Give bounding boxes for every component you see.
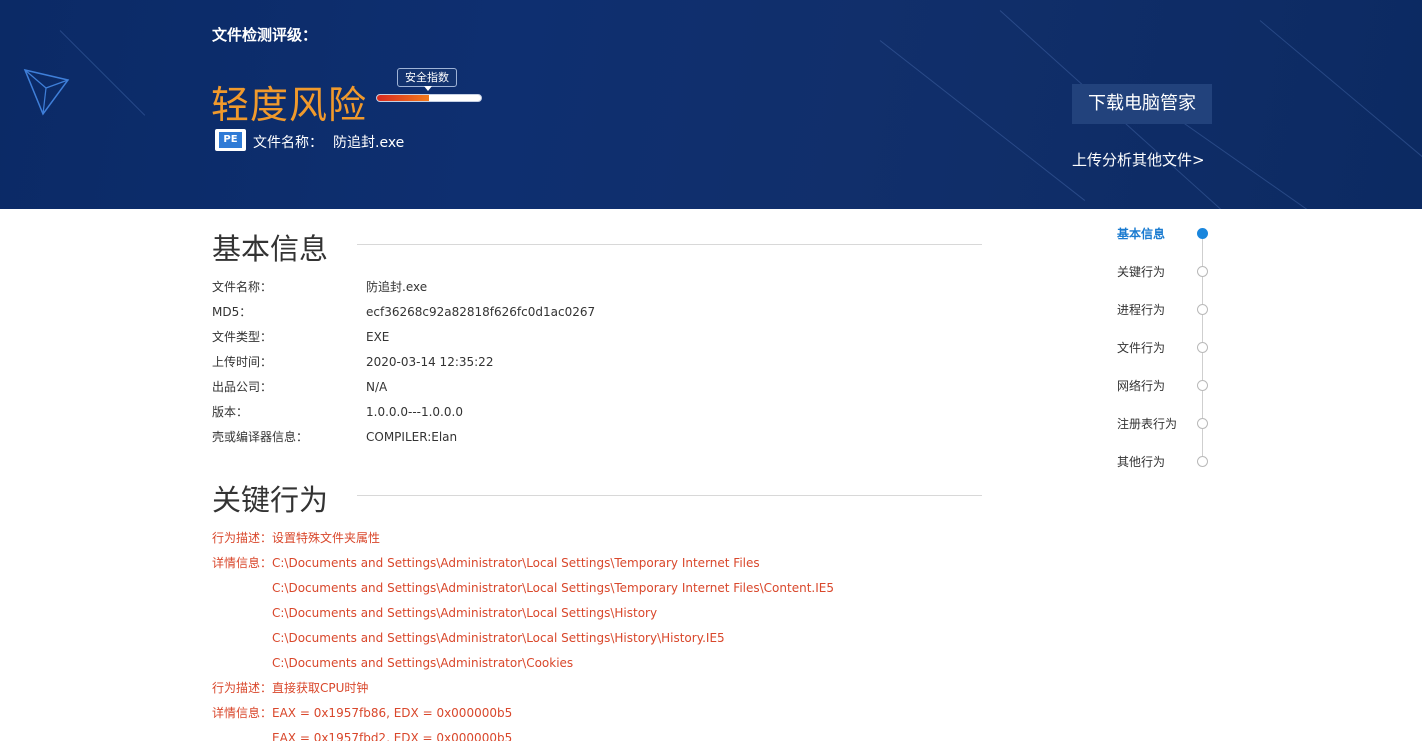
sidenav-item[interactable]: 进程行为 bbox=[1117, 302, 1165, 318]
behavior-value: C:\Documents and Settings\Administrator\… bbox=[272, 656, 574, 670]
sidenav-item[interactable]: 网络行为 bbox=[1117, 378, 1165, 394]
behavior-label: 详情信息： bbox=[212, 556, 273, 570]
key-behavior-divider bbox=[357, 495, 982, 496]
rating-label: 文件检测评级： bbox=[212, 26, 318, 44]
behavior-value: C:\Documents and Settings\Administrator\… bbox=[272, 631, 725, 645]
basic-info-title: 基本信息 bbox=[212, 232, 329, 266]
sidenav-dot-icon[interactable] bbox=[1197, 342, 1208, 353]
safety-index-fill bbox=[377, 95, 429, 101]
sidenav-item[interactable]: 其他行为 bbox=[1117, 454, 1165, 470]
behavior-label: 行为描述： bbox=[212, 531, 273, 545]
info-label: 上传时间： bbox=[212, 355, 273, 369]
behavior-value: 直接获取CPU时钟 bbox=[272, 681, 369, 695]
info-label: MD5： bbox=[212, 305, 252, 319]
report-banner: 文件检测评级： 轻度风险 安全指数 PE 文件名称： 防追封.exe 下载电脑管家… bbox=[0, 0, 1422, 209]
sidenav-dot-icon[interactable] bbox=[1197, 304, 1208, 315]
sidenav-dot-icon[interactable] bbox=[1197, 266, 1208, 277]
behavior-value: C:\Documents and Settings\Administrator\… bbox=[272, 556, 760, 570]
banner-decor-line bbox=[879, 40, 1086, 201]
key-behavior-title: 关键行为 bbox=[212, 483, 329, 517]
behavior-value: 设置特殊文件夹属性 bbox=[272, 531, 381, 545]
triangle-logo-icon bbox=[23, 68, 70, 116]
behavior-label: 行为描述： bbox=[212, 681, 273, 695]
info-label: 文件类型： bbox=[212, 330, 273, 344]
sidenav-item[interactable]: 文件行为 bbox=[1117, 340, 1165, 356]
info-value: EXE bbox=[366, 330, 390, 344]
info-value: 防追封.exe bbox=[366, 280, 428, 294]
info-label: 出品公司： bbox=[212, 380, 273, 394]
behavior-value: EAX = 0x1957fbd2, EDX = 0x000000b5 bbox=[272, 731, 513, 741]
banner-file-name-label: 文件名称： bbox=[253, 135, 323, 151]
sidenav-dot-icon[interactable] bbox=[1197, 456, 1208, 467]
behavior-value: EAX = 0x1957fb86, EDX = 0x000000b5 bbox=[272, 706, 513, 720]
info-value: ecf36268c92a82818f626fc0d1ac0267 bbox=[366, 305, 596, 319]
info-value: N/A bbox=[366, 380, 388, 394]
behavior-value: C:\Documents and Settings\Administrator\… bbox=[272, 606, 658, 620]
pe-file-icon: PE bbox=[215, 129, 246, 151]
risk-level: 轻度风险 bbox=[211, 83, 368, 127]
banner-decor-line bbox=[1259, 20, 1422, 163]
pe-file-icon-text: PE bbox=[219, 132, 242, 148]
sidenav-dot-icon[interactable] bbox=[1197, 228, 1208, 239]
upload-other-file-link[interactable]: 上传分析其他文件> bbox=[1072, 149, 1205, 170]
sidenav-dot-icon[interactable] bbox=[1197, 418, 1208, 429]
banner-file-name: 文件名称： 防追封.exe bbox=[253, 132, 404, 152]
banner-decor-line bbox=[59, 30, 146, 116]
info-label: 版本： bbox=[212, 405, 249, 419]
info-value: COMPILER:Elan bbox=[366, 430, 458, 444]
download-pc-manager-button[interactable]: 下载电脑管家 bbox=[1072, 84, 1212, 124]
behavior-value: C:\Documents and Settings\Administrator\… bbox=[272, 581, 834, 595]
banner-file-name-value: 防追封.exe bbox=[333, 135, 405, 151]
info-value: 1.0.0.0---1.0.0.0 bbox=[366, 405, 463, 419]
sidenav-dot-icon[interactable] bbox=[1197, 380, 1208, 391]
safety-index-bar bbox=[376, 94, 482, 102]
safety-index-tag: 安全指数 bbox=[397, 68, 457, 91]
sidenav-item[interactable]: 注册表行为 bbox=[1117, 416, 1177, 432]
info-value: 2020-03-14 12:35:22 bbox=[366, 355, 494, 369]
basic-info-divider bbox=[357, 244, 982, 245]
info-label: 壳或编译器信息： bbox=[212, 430, 309, 444]
sidenav-item[interactable]: 关键行为 bbox=[1117, 264, 1165, 280]
sidenav-item[interactable]: 基本信息 bbox=[1117, 226, 1165, 242]
behavior-label: 详情信息： bbox=[212, 706, 273, 720]
info-label: 文件名称： bbox=[212, 280, 273, 294]
